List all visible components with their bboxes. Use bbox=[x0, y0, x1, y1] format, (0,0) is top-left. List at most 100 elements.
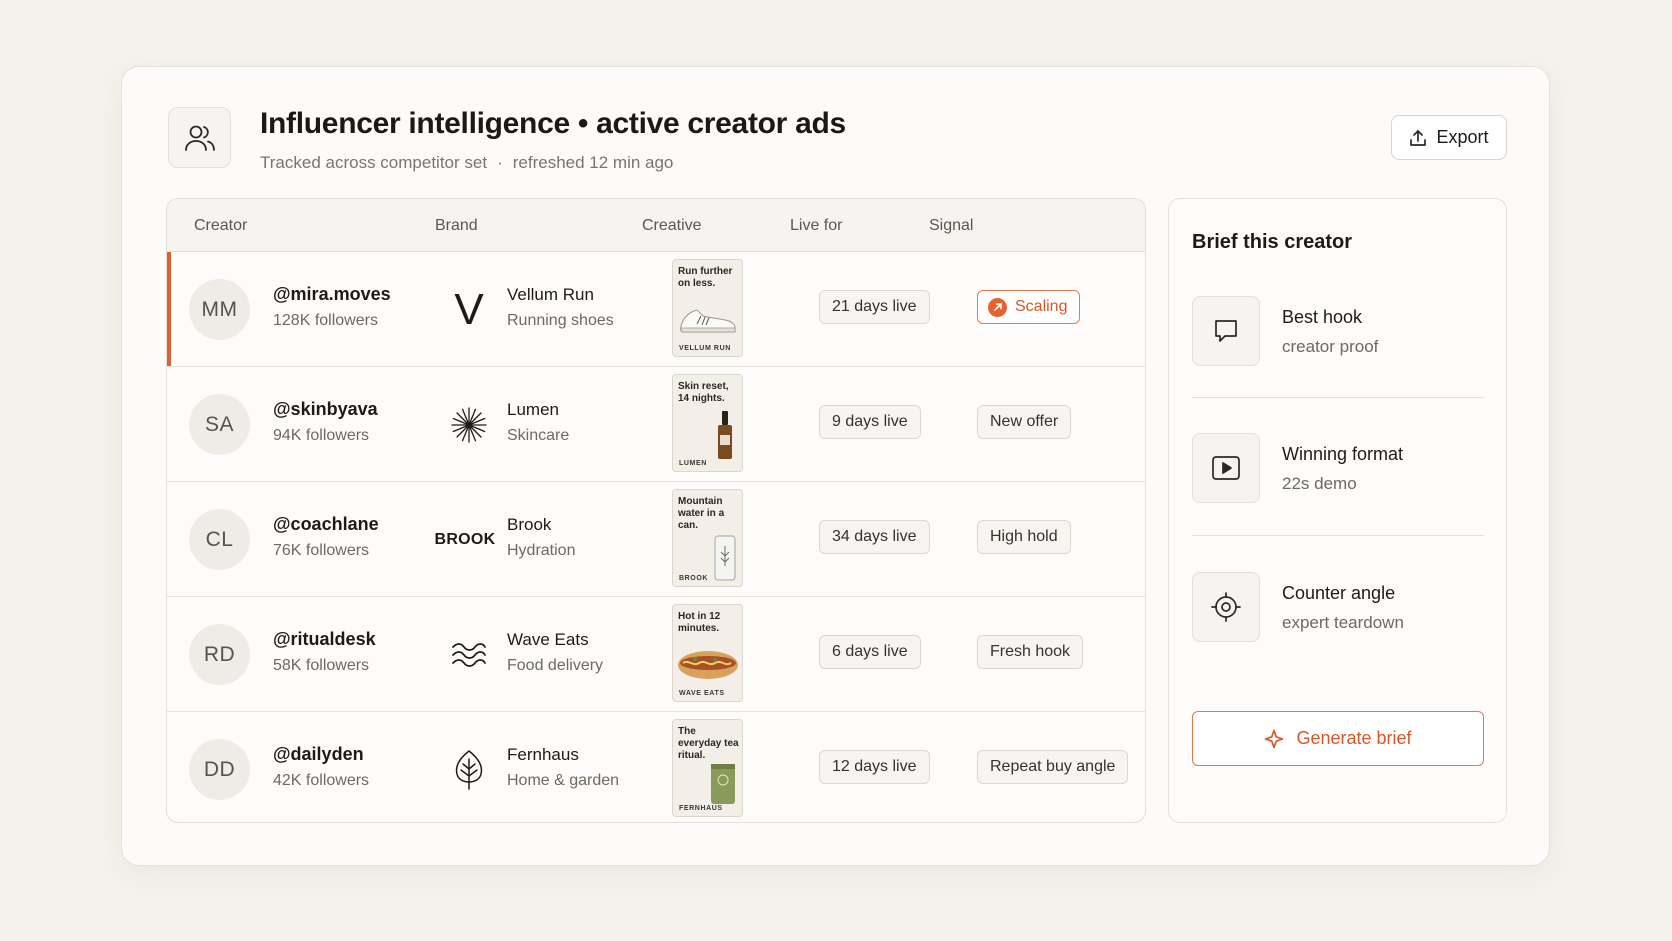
table-row[interactable]: DD @dailyden 42K followers Fernhaus Home… bbox=[167, 712, 1145, 822]
creator-table: Creator Brand Creative Live for Signal M… bbox=[166, 198, 1146, 823]
creative-headline: Mountain water in a can. bbox=[678, 496, 725, 531]
live-duration: 6 days live bbox=[819, 635, 921, 669]
can-image bbox=[714, 535, 736, 581]
avatar: DD bbox=[189, 739, 250, 800]
play-icon bbox=[1192, 433, 1260, 503]
creative-thumbnail[interactable]: The everyday tea ritual. FERNHAUS bbox=[672, 719, 743, 817]
creative-thumbnail[interactable]: Hot in 12 minutes. WAVE EATS bbox=[672, 604, 743, 702]
generate-brief-button[interactable]: Generate brief bbox=[1192, 711, 1484, 766]
creator-handle[interactable]: @ritualdesk bbox=[273, 629, 376, 650]
brand-name: Brook bbox=[507, 515, 552, 534]
export-button[interactable]: Export bbox=[1391, 115, 1507, 160]
brief-item-label: Counter angle bbox=[1282, 583, 1396, 603]
brief-panel: Brief this creator Best hook creator pro… bbox=[1168, 198, 1507, 823]
follower-count: 42K followers bbox=[273, 772, 370, 789]
follower-count: 94K followers bbox=[273, 427, 370, 444]
brief-title: Brief this creator bbox=[1192, 231, 1353, 253]
brand-logo-vellum: V bbox=[437, 282, 501, 338]
creative-thumbnail[interactable]: Mountain water in a can. BROOK bbox=[672, 489, 743, 587]
brand-category: Hydration bbox=[507, 542, 576, 559]
brand-name: Vellum Run bbox=[507, 285, 594, 304]
creator-handle[interactable]: @coachlane bbox=[273, 514, 379, 535]
avatar: CL bbox=[189, 509, 250, 570]
signal-badge: Fresh hook bbox=[977, 635, 1084, 669]
divider bbox=[1192, 397, 1484, 398]
table-row[interactable]: RD @ritualdesk 58K followers Wave Eats F… bbox=[167, 597, 1145, 712]
creative-footer: WAVE EATS bbox=[679, 690, 725, 697]
influencer-card: Influencer intelligence • active creator… bbox=[121, 66, 1550, 866]
creative-headline: Hot in 12 minutes. bbox=[678, 611, 721, 634]
brand-category: Skincare bbox=[507, 427, 570, 444]
creative-thumbnail[interactable]: Skin reset, 14 nights. LUMEN bbox=[672, 374, 743, 472]
brief-item-value: 22s demo bbox=[1282, 474, 1357, 493]
brief-item-counter-angle[interactable]: Counter angle expert teardown bbox=[1192, 572, 1484, 672]
brand-category: Food delivery bbox=[507, 657, 604, 674]
generate-brief-label: Generate brief bbox=[1296, 728, 1412, 748]
starburst-logo-icon bbox=[437, 397, 501, 453]
brief-item-label: Winning format bbox=[1282, 444, 1404, 464]
tea-tin-image bbox=[711, 764, 735, 804]
shoe-image bbox=[680, 309, 736, 333]
creative-headline: Skin reset, 14 nights. bbox=[678, 381, 729, 404]
trend-up-icon bbox=[988, 297, 1007, 317]
brief-item-best-hook[interactable]: Best hook creator proof bbox=[1192, 296, 1484, 396]
subtitle-refreshed: refreshed 12 min ago bbox=[512, 153, 674, 172]
live-duration: 9 days live bbox=[819, 405, 921, 439]
brief-item-value: expert teardown bbox=[1282, 613, 1404, 632]
table-row[interactable]: MM @mira.moves 128K followers V Vellum R… bbox=[167, 252, 1145, 367]
col-live-for[interactable]: Live for bbox=[790, 217, 842, 235]
signal-badge: New offer bbox=[977, 405, 1072, 439]
page-title: Influencer intelligence • active creator… bbox=[260, 107, 846, 140]
table-header: Creator Brand Creative Live for Signal bbox=[167, 199, 1145, 252]
table-row[interactable]: SA @skinbyava 94K followers Lumen Skinca… bbox=[167, 367, 1145, 482]
users-icon bbox=[168, 107, 231, 168]
brand-name: Lumen bbox=[507, 400, 559, 419]
creator-handle[interactable]: @mira.moves bbox=[273, 284, 391, 305]
brand-logo-letter: V bbox=[454, 285, 484, 334]
signal-badge: High hold bbox=[977, 520, 1071, 554]
live-duration: 34 days live bbox=[819, 520, 930, 554]
brand-name: Fernhaus bbox=[507, 745, 579, 764]
creative-headline: Run further on less. bbox=[678, 266, 733, 289]
signal-badge: Scaling bbox=[977, 290, 1081, 324]
leaf-logo-icon bbox=[437, 742, 501, 798]
brand-category: Running shoes bbox=[507, 312, 614, 329]
signal-badge: Repeat buy angle bbox=[977, 750, 1129, 784]
brand-logo-brook: BROOK bbox=[429, 512, 501, 568]
avatar: SA bbox=[189, 394, 250, 455]
table-row[interactable]: CL @coachlane 76K followers BROOK Brook … bbox=[167, 482, 1145, 597]
signal-label: Scaling bbox=[1015, 298, 1068, 315]
creator-handle[interactable]: @skinbyava bbox=[273, 399, 378, 420]
col-signal[interactable]: Signal bbox=[929, 217, 973, 235]
avatar: MM bbox=[189, 279, 250, 340]
live-duration: 21 days live bbox=[819, 290, 930, 324]
creative-headline: The everyday tea ritual. bbox=[678, 726, 739, 761]
wave-logo-icon bbox=[437, 627, 501, 683]
col-creator[interactable]: Creator bbox=[194, 217, 247, 235]
col-brand[interactable]: Brand bbox=[435, 217, 478, 235]
serum-bottle-image bbox=[718, 411, 732, 459]
sparkle-icon bbox=[1265, 729, 1284, 748]
creative-footer: LUMEN bbox=[679, 460, 707, 467]
upload-icon bbox=[1410, 129, 1427, 146]
creative-thumbnail[interactable]: Run further on less. VELLUM RUN bbox=[672, 259, 743, 357]
brief-item-value: creator proof bbox=[1282, 337, 1379, 356]
brief-item-label: Best hook bbox=[1282, 307, 1363, 327]
brief-item-winning-format[interactable]: Winning format 22s demo bbox=[1192, 433, 1484, 533]
hotdog-image bbox=[678, 651, 738, 679]
creative-footer: FERNHAUS bbox=[679, 805, 723, 812]
brand-category: Home & garden bbox=[507, 772, 620, 789]
col-creative[interactable]: Creative bbox=[642, 217, 702, 235]
live-duration: 12 days live bbox=[819, 750, 930, 784]
brand-logo-wordmark: BROOK bbox=[434, 531, 496, 548]
export-label: Export bbox=[1436, 127, 1489, 147]
subtitle-scope: Tracked across competitor set bbox=[260, 153, 488, 172]
creator-handle[interactable]: @dailyden bbox=[273, 744, 364, 765]
target-icon bbox=[1192, 572, 1260, 642]
page-subtitle: Tracked across competitor set · refreshed … bbox=[260, 153, 673, 173]
divider bbox=[1192, 535, 1484, 536]
chat-bubble-icon bbox=[1192, 296, 1260, 366]
follower-count: 128K followers bbox=[273, 312, 378, 329]
subtitle-separator: · bbox=[497, 153, 503, 172]
creative-footer: BROOK bbox=[679, 575, 709, 582]
